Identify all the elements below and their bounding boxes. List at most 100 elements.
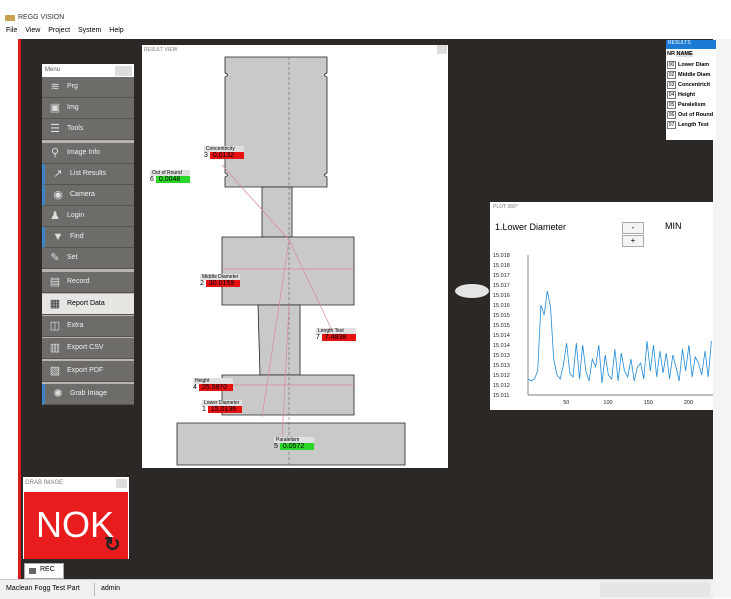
y-tick-label: 15.014 xyxy=(493,333,510,339)
menu-button-list-results[interactable]: ↗ List Results xyxy=(42,164,134,185)
menu-label: List Results xyxy=(70,170,107,177)
grab-image-header: GRAB IMAGE xyxy=(23,477,129,490)
menu-project[interactable]: Project xyxy=(48,27,70,34)
ae-icon: ◫ xyxy=(49,320,61,332)
menu-button-find[interactable]: ▼ Find xyxy=(42,227,134,248)
grab-image-close-button[interactable] xyxy=(116,479,127,488)
menu-close-button[interactable] xyxy=(115,66,132,76)
results-row[interactable]: 05 Paralelism xyxy=(667,101,706,109)
y-tick-label: 15.016 xyxy=(493,303,510,309)
result-label-height: Height 4 25.5870 xyxy=(193,378,233,391)
result-label-concentricity: Concentricity 3 0.0132 xyxy=(204,146,244,159)
menu-button-login[interactable]: ♟ Login xyxy=(42,206,134,227)
results-row-name: Height xyxy=(678,92,696,98)
menu-button-tools[interactable]: ☰ Tools xyxy=(42,119,134,140)
rec-button[interactable]: REC xyxy=(24,563,64,579)
refresh-icon[interactable]: ↻ xyxy=(104,532,121,557)
record-icon xyxy=(29,568,36,574)
menu-view[interactable]: View xyxy=(25,27,40,34)
menu-system[interactable]: System xyxy=(78,27,101,34)
y-tick-label: 15.011 xyxy=(493,393,509,399)
users-icon: ♟ xyxy=(50,210,60,222)
status-user: admin xyxy=(101,585,121,592)
menu-button-extra[interactable]: ◫ Extra xyxy=(42,316,134,337)
menu-button-report-data[interactable]: ▦ Report Data xyxy=(42,294,134,315)
nok-text: NOK xyxy=(36,504,115,545)
results-row[interactable]: 04 Height xyxy=(667,91,695,99)
menu-button-export-pdf[interactable]: ▧ Export PDF xyxy=(42,361,134,382)
result-label-out-of-round: Out of Round 6 0.0048 xyxy=(150,170,190,183)
menu-button-camera[interactable]: ◉ Camera xyxy=(42,185,134,206)
status-field xyxy=(600,582,710,597)
y-tick-label: 15.018 xyxy=(493,263,510,269)
zoom-out-button[interactable]: - xyxy=(622,222,644,234)
results-row-nr: 05 xyxy=(667,101,676,109)
results-col-nr: NR xyxy=(667,51,675,57)
result-label-number: 2 xyxy=(200,280,204,287)
result-label-number: 7 xyxy=(316,334,320,341)
result-label-number: 1 xyxy=(202,406,206,413)
result-label-length-test: Length Test 7 7.4838 xyxy=(316,328,356,341)
y-tick-label: 15.018 xyxy=(493,253,510,259)
menu-button-export-csv[interactable]: ▥ Export CSV xyxy=(42,338,134,359)
zoom-in-button[interactable]: + xyxy=(622,235,644,247)
menu-label: Image Info xyxy=(67,149,101,156)
document-icon: ▤ xyxy=(49,276,61,288)
results-row[interactable]: 06 Out of Round xyxy=(667,111,713,119)
menu-label: Img xyxy=(67,104,79,111)
result-label-value: 7.4838 xyxy=(321,334,356,341)
status-separator xyxy=(94,583,95,596)
series-line xyxy=(527,290,712,384)
results-row-nr: 02 xyxy=(667,71,676,79)
menu-label: Set xyxy=(67,254,78,261)
menu-button-img[interactable]: ▣ Img xyxy=(42,98,134,119)
menu-help[interactable]: Help xyxy=(109,27,123,34)
y-tick-label: 15.013 xyxy=(493,353,510,359)
part-neck-lower xyxy=(257,304,301,376)
grab-image-panel: GRAB IMAGE NOK ↻ xyxy=(23,477,129,559)
plot-mode: MIN xyxy=(665,221,682,231)
y-tick-label: 15.012 xyxy=(493,383,510,389)
status-part-name: Maclean Fogg Test Part xyxy=(6,585,80,592)
x-tick-label: 150 xyxy=(644,400,653,406)
x-tick-label: 50 xyxy=(563,400,569,406)
results-row[interactable]: 07 Length Test xyxy=(667,121,709,129)
menu-label: Login xyxy=(67,212,85,219)
list-icon: ☰ xyxy=(50,123,60,135)
results-row[interactable]: 00 Lower Diam xyxy=(667,61,709,69)
app-icon xyxy=(5,15,15,21)
wrench-icon: ✎ xyxy=(50,252,60,264)
results-column-header: NR NAME xyxy=(667,51,693,57)
results-col-name: NAME xyxy=(676,51,693,57)
menu-label: Export PDF xyxy=(67,367,104,374)
results-row[interactable]: 02 Middle Diam xyxy=(667,71,710,79)
menu-label: Report Data xyxy=(67,300,105,307)
camera-icon: ▣ xyxy=(49,102,61,114)
menu-button-record[interactable]: ▤ Record xyxy=(42,272,134,293)
menu-label: Tools xyxy=(67,125,84,132)
menu-button-grab-image[interactable]: ✺ Grab Image xyxy=(42,384,134,405)
results-row[interactable]: 03 Concentricit xyxy=(667,81,710,89)
results-row-name: Length Test xyxy=(678,122,709,128)
results-title: RESULTS xyxy=(668,40,691,46)
results-panel: RESULTS NR NAME 00 Lower Diam 02 Middle Di… xyxy=(666,40,716,140)
result-label-middle-diameter: Middle Diameter 2 30.0159 xyxy=(200,274,241,287)
watermark-logo xyxy=(455,284,489,298)
menu-label: Grab Image xyxy=(70,390,107,397)
menu-button-image-info[interactable]: ⚲ Image Info xyxy=(42,143,134,164)
menu-button-set[interactable]: ✎ Set xyxy=(42,248,134,269)
result-label-value: 0.0048 xyxy=(155,176,190,183)
y-tick-label: 15.016 xyxy=(493,293,510,299)
menu-file[interactable]: File xyxy=(6,27,17,34)
results-row-nr: 03 xyxy=(667,81,676,89)
menu-bar: File View Project System Help xyxy=(0,24,731,39)
aperture-icon: ✺ xyxy=(53,388,63,400)
y-tick-label: 15.017 xyxy=(493,283,510,289)
results-row-nr: 00 xyxy=(667,61,676,69)
y-tick-label: 15.015 xyxy=(493,323,510,329)
plot-series-name: 1.Lower Diameter xyxy=(495,222,567,232)
menu-label: Export CSV xyxy=(67,344,104,351)
y-tick-label: 15.013 xyxy=(493,363,510,369)
menu-button-prg[interactable]: ≋ Prg xyxy=(42,77,134,98)
result-label-number: 6 xyxy=(150,176,154,183)
